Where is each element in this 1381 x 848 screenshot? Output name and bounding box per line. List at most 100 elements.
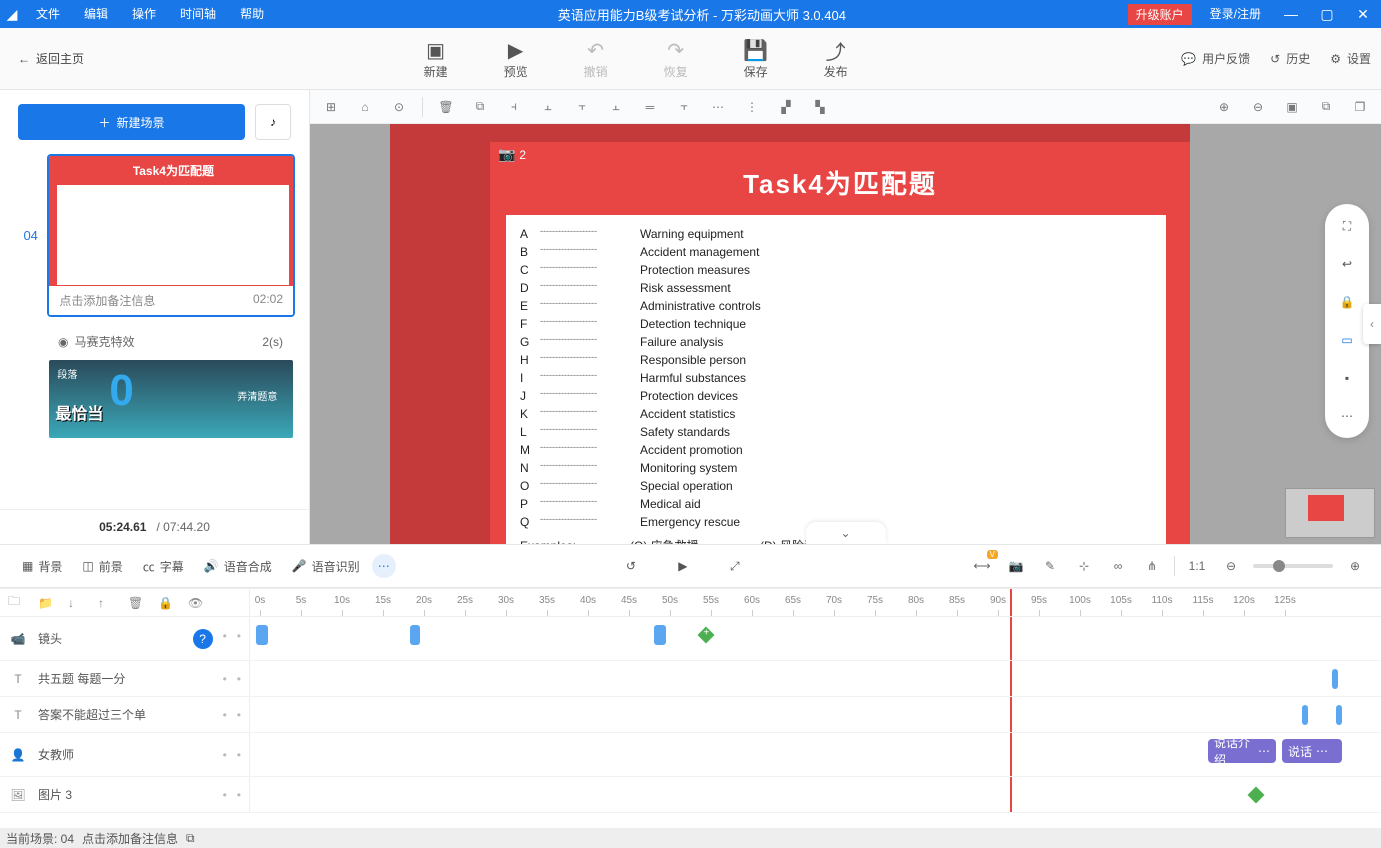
toolbar-new[interactable]: ▣新建 <box>396 37 476 80</box>
new-folder-icon[interactable]: 🗀 <box>8 592 28 613</box>
tl-tts[interactable]: 🔊语音合成 <box>196 554 280 579</box>
delete-icon[interactable]: 🗑 <box>431 93 461 121</box>
tl-link-icon[interactable]: ∞ <box>1106 554 1130 578</box>
trash-icon[interactable]: 🗑 <box>128 596 148 610</box>
image-keyframe[interactable] <box>1248 787 1265 804</box>
tl-more-button[interactable]: ⋯ <box>372 554 396 578</box>
fullscreen-icon[interactable]: ⛶ <box>1335 214 1359 238</box>
zoom-in-icon[interactable]: ⊕ <box>1209 93 1239 121</box>
align-left-icon[interactable]: ⫞ <box>499 93 529 121</box>
track-teacher[interactable]: 👤女教师•• <box>0 733 250 776</box>
arrow-down-icon[interactable]: ↓ <box>68 596 88 610</box>
music-button[interactable]: ♪ <box>255 104 291 140</box>
toolbar-preview[interactable]: ▶预览 <box>476 37 556 80</box>
tl-ratio-icon[interactable]: 1:1 <box>1185 554 1209 578</box>
distribute-v-icon[interactable]: ⋮ <box>737 93 767 121</box>
track-image[interactable]: 🖼图片 3•• <box>0 777 250 812</box>
tl-edit-icon[interactable]: ✎ <box>1038 554 1062 578</box>
text2-clip-1[interactable] <box>1302 705 1308 725</box>
scene-thumbnail-5[interactable]: 段落 0 弄清题意 最恰当 <box>47 358 295 440</box>
toolbar-save[interactable]: 💾保存 <box>716 37 796 80</box>
toolbar-history[interactable]: ↺历史 <box>1260 50 1320 67</box>
device-icon[interactable]: ▪ <box>1335 366 1359 390</box>
menu-timeline[interactable]: 时间轴 <box>168 0 228 28</box>
tl-anchor-icon[interactable]: ⊹ <box>1072 554 1096 578</box>
more-circle-icon[interactable]: ⊙ <box>384 93 414 121</box>
canvas-stage[interactable]: 📷 2 Task4为匹配题 A-------------------Warnin… <box>310 124 1381 544</box>
toolbar-publish[interactable]: ⤴发布 <box>796 37 876 80</box>
align-bottom-icon[interactable]: ⫟ <box>669 93 699 121</box>
copy-icon[interactable]: ⧉ <box>465 93 495 121</box>
screen-icon[interactable]: ▭ <box>1335 328 1359 352</box>
note-placeholder[interactable]: 点击添加备注信息 <box>59 292 155 309</box>
track-image-body[interactable] <box>250 777 1381 812</box>
camera-clip-3[interactable] <box>654 625 666 645</box>
minimap[interactable] <box>1285 488 1375 538</box>
login-register[interactable]: 登录/注册 <box>1198 0 1273 28</box>
new-scene-button[interactable]: ＋新建场景 <box>18 104 245 140</box>
folder-icon[interactable]: 📁 <box>38 596 58 610</box>
fit-screen-icon[interactable]: ▣ <box>1277 93 1307 121</box>
status-copy-icon[interactable]: ⧉ <box>186 831 195 846</box>
minimize-button[interactable]: — <box>1273 0 1309 28</box>
toolbar-settings[interactable]: ⚙设置 <box>1320 50 1381 67</box>
track-text-1-body[interactable] <box>250 661 1381 696</box>
status-note[interactable]: 点击添加备注信息 <box>82 830 178 847</box>
close-button[interactable]: ✕ <box>1345 0 1381 28</box>
align-middle-icon[interactable]: ═ <box>635 93 665 121</box>
scene-thumbnail-selected[interactable]: Task4为匹配题 点击添加备注信息 02:02 <box>47 154 295 317</box>
reset-view-icon[interactable]: ↩ <box>1335 252 1359 276</box>
more-dots-icon[interactable]: ⋯ <box>1335 404 1359 428</box>
tl-zoom-slider[interactable] <box>1253 564 1333 568</box>
eye-icon[interactable]: 👁 <box>188 596 208 610</box>
tl-zoomout-icon[interactable]: ⊖ <box>1219 554 1243 578</box>
bottom-pull-tab[interactable]: ⌄ <box>806 522 886 544</box>
tl-asr[interactable]: 🎤语音识别 <box>284 554 368 579</box>
time-ruler[interactable]: 0s5s10s15s20s25s30s35s40s45s50s55s60s65s… <box>250 589 1381 616</box>
lock-icon[interactable]: 🔒 <box>1335 290 1359 314</box>
maximize-button[interactable]: ▢ <box>1309 0 1345 28</box>
lock-track-icon[interactable]: 🔒 <box>158 596 178 610</box>
tl-zoomin-icon[interactable]: ⊕ <box>1343 554 1367 578</box>
send-back-icon[interactable]: ▚ <box>805 93 835 121</box>
tl-subtitle[interactable]: ㏄字幕 <box>135 554 192 579</box>
track-text-2-body[interactable] <box>250 697 1381 732</box>
tl-keyframe-icon[interactable]: ⟷V <box>970 554 994 578</box>
menu-operate[interactable]: 操作 <box>120 0 168 28</box>
speech-clip-2[interactable]: 说话⋯ <box>1282 739 1342 763</box>
tl-background[interactable]: ▦背景 <box>14 554 70 579</box>
back-home[interactable]: ← 返回主页 <box>0 50 100 67</box>
track-text-2[interactable]: T答案不能超过三个单•• <box>0 697 250 732</box>
arrow-up-icon[interactable]: ↑ <box>98 596 118 610</box>
home-icon[interactable]: ⌂ <box>350 93 380 121</box>
track-text-1[interactable]: T共五题 每题一分•• <box>0 661 250 696</box>
toolbar-redo[interactable]: ↷恢复 <box>636 37 716 80</box>
speech-clip-1[interactable]: 说话介绍⋯ <box>1208 739 1276 763</box>
track-teacher-body[interactable]: 说话介绍⋯ 说话⋯ <box>250 733 1381 776</box>
playhead[interactable] <box>1010 617 1012 660</box>
tl-camera-icon[interactable]: 📷 <box>1004 554 1028 578</box>
bring-front-icon[interactable]: ▞ <box>771 93 801 121</box>
align-right-icon[interactable]: ⫟ <box>567 93 597 121</box>
tl-split-icon[interactable]: ⋔ <box>1140 554 1164 578</box>
track-camera-body[interactable] <box>250 617 1381 660</box>
toolbar-feedback[interactable]: 💬用户反馈 <box>1171 50 1260 67</box>
layers-icon[interactable]: ❐ <box>1345 93 1375 121</box>
tl-foreground[interactable]: ◫前景 <box>74 554 130 579</box>
upgrade-button[interactable]: 升级账户 <box>1128 4 1192 25</box>
camera-clip-1[interactable] <box>256 625 268 645</box>
align-center-h-icon[interactable]: ⫠ <box>533 93 563 121</box>
zoom-out-icon[interactable]: ⊖ <box>1243 93 1273 121</box>
right-panel-toggle[interactable]: ‹ <box>1363 304 1381 344</box>
menu-file[interactable]: 文件 <box>24 0 72 28</box>
distribute-h-icon[interactable]: ⋯ <box>703 93 733 121</box>
tl-rewind-icon[interactable]: ↺ <box>617 552 645 580</box>
track-camera[interactable]: 📹 镜头 ?•• <box>0 617 250 660</box>
align-top-icon[interactable]: ⫠ <box>601 93 631 121</box>
ruler-toggle-icon[interactable]: ⊞ <box>316 93 346 121</box>
tl-play-icon[interactable]: ▶ <box>669 552 697 580</box>
toolbar-undo[interactable]: ↶撤销 <box>556 37 636 80</box>
add-keyframe-icon[interactable] <box>698 627 715 644</box>
menu-help[interactable]: 帮助 <box>228 0 276 28</box>
text2-clip-2[interactable] <box>1336 705 1342 725</box>
